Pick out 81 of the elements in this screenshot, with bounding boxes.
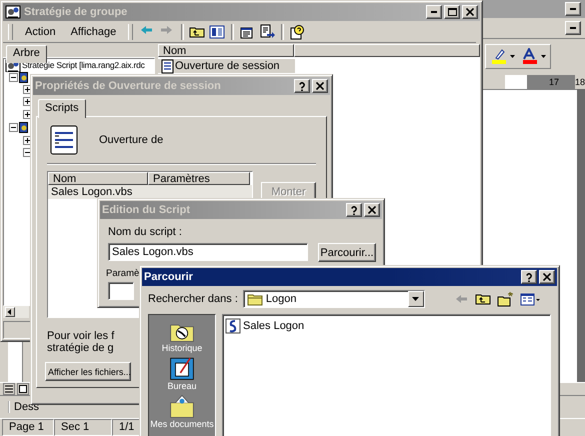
caret-icon[interactable] [541,54,546,58]
places-item[interactable]: Bureau [167,355,197,392]
node-icon[interactable] [19,72,28,82]
look-in-dropdown[interactable]: Logon [242,290,425,308]
maximize-icon [448,8,456,16]
column-header[interactable]: Paramètres [148,172,250,185]
help-button[interactable] [294,79,310,93]
export-list-icon[interactable] [259,24,276,40]
help-icon [526,272,532,282]
window-title: Propriétés de Ouverture de session [35,80,222,92]
tree-pane-icon[interactable] [209,24,226,40]
column-header[interactable] [294,44,480,57]
collapse-icon[interactable] [9,72,18,82]
field-label: Paramè [106,268,140,279]
new-folder-icon[interactable] [496,291,514,307]
close-icon [316,82,324,90]
close-button[interactable] [462,5,478,19]
view-menu-icon[interactable] [520,292,541,306]
status-text: Page 1 [2,419,54,436]
scroll-bar[interactable] [3,306,29,318]
expand-icon[interactable] [23,84,32,94]
desktop-icon [169,355,195,381]
minimize-icon [431,11,437,13]
file-item[interactable]: Sales Logon [243,320,304,332]
hint-text: Pour voir les f stratégie de g [47,330,114,354]
minimize-button[interactable] [565,21,581,35]
highlighter-icon[interactable] [490,48,507,64]
minimize-button[interactable] [426,5,442,19]
app-icon [5,4,21,20]
caret-icon[interactable] [510,54,515,58]
close-button[interactable] [364,203,380,217]
tab[interactable]: Arbre [6,45,47,63]
collapse-icon[interactable] [9,123,18,132]
maximize-button[interactable] [444,5,460,19]
field-label: Rechercher dans : [148,293,238,305]
places-item[interactable]: Mes documents [150,393,214,430]
node-icon[interactable] [19,122,28,133]
script-icon [49,124,79,156]
menu-item[interactable]: Affichage [64,26,122,38]
page-view-icon[interactable] [17,383,29,395]
window-title: Stratégie de groupe [24,6,128,18]
places-item[interactable]: Historique [162,317,202,354]
ruler-number: 18 [575,77,585,87]
browse-button[interactable]: Parcourir... [318,243,376,262]
close-icon [543,273,551,281]
help-button[interactable] [521,270,537,284]
minimize-icon [570,8,576,10]
help-button[interactable] [346,203,362,217]
menu-item[interactable]: Action [19,26,62,38]
font-color-icon[interactable] [521,48,538,64]
section-heading: Ouverture de [99,134,164,146]
dropdown-arrow-icon[interactable] [412,297,420,301]
show-files-button[interactable]: Afficher les fichiers... [45,362,131,381]
column-header[interactable]: Nom [158,44,294,57]
minimize-button[interactable] [565,2,581,16]
help-icon [299,82,305,90]
ruler-number: 17 [549,77,560,87]
close-icon [466,8,474,16]
folder-icon [169,393,195,419]
window-title: Parcourir [144,271,194,283]
help-icon[interactable] [289,24,306,40]
close-button[interactable] [539,270,555,284]
list-row[interactable]: Sales Logon.vbs [48,185,252,199]
close-icon [368,206,376,214]
expand-icon[interactable] [23,97,32,106]
minimize-icon [570,27,576,29]
expand-icon[interactable] [23,136,32,144]
status-text: Sec 1 [54,419,112,436]
normal-view-icon[interactable] [3,383,15,395]
field-label: Nom du script : [108,226,182,238]
script-file-icon[interactable] [225,318,241,334]
help-icon [351,206,357,214]
close-button[interactable] [312,79,328,93]
script-name-field[interactable]: Sales Logon.vbs [108,243,308,261]
parameters-field[interactable] [108,282,134,300]
column-header[interactable]: Nom [48,172,148,185]
tab[interactable]: Scripts [38,99,86,118]
expand-icon[interactable] [23,110,32,119]
window-title: Edition du Script [102,204,191,216]
script-icon[interactable] [160,58,175,74]
collapse-icon[interactable] [23,148,32,157]
